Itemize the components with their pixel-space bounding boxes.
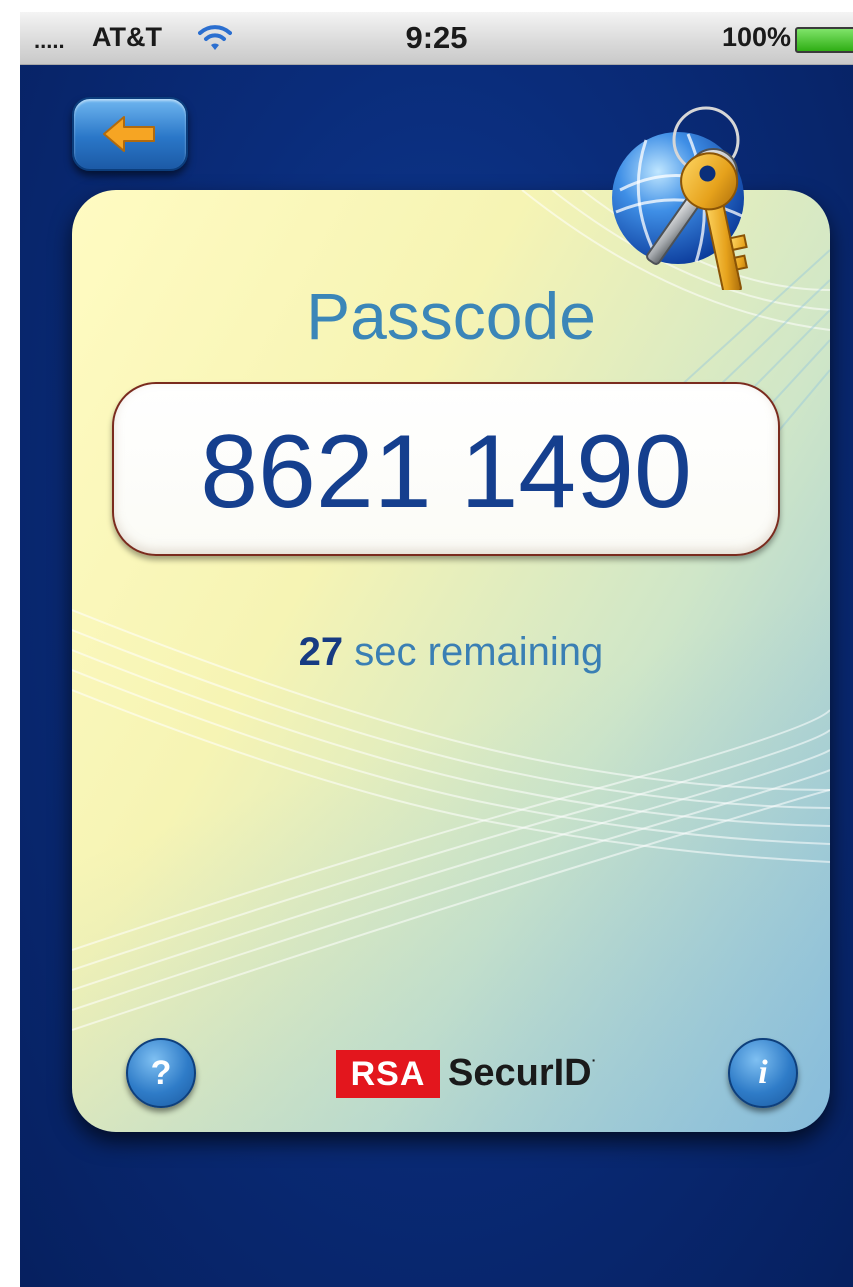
rsa-logo-mark: RSA: [336, 1050, 440, 1098]
seconds-remaining: 27: [298, 630, 344, 674]
token-card: Passcode 8621 1490 27 sec remaining ? RS…: [72, 190, 830, 1132]
securid-name: SecurID: [448, 1052, 592, 1094]
app-screen: ..... AT&T 9:25 100% Passcode 8621 1490 …: [20, 12, 853, 1287]
remaining-label: sec remaining: [354, 630, 604, 674]
info-button[interactable]: i: [728, 1038, 798, 1108]
help-button[interactable]: ?: [126, 1038, 196, 1108]
securid-logo-text: SecurID·: [448, 1052, 596, 1095]
back-arrow-icon: [103, 116, 155, 152]
trademark-mark: ·: [591, 1052, 597, 1068]
status-bar: ..... AT&T 9:25 100%: [20, 12, 853, 65]
back-button[interactable]: [72, 97, 188, 171]
globe-keys-icon: [612, 106, 749, 290]
passcode-display: 8621 1490: [112, 382, 780, 556]
battery-icon: [795, 27, 853, 53]
passcode-value: 8621 1490: [200, 414, 692, 530]
time-remaining: 27 sec remaining: [72, 630, 830, 675]
battery-percent: 100%: [721, 22, 791, 52]
